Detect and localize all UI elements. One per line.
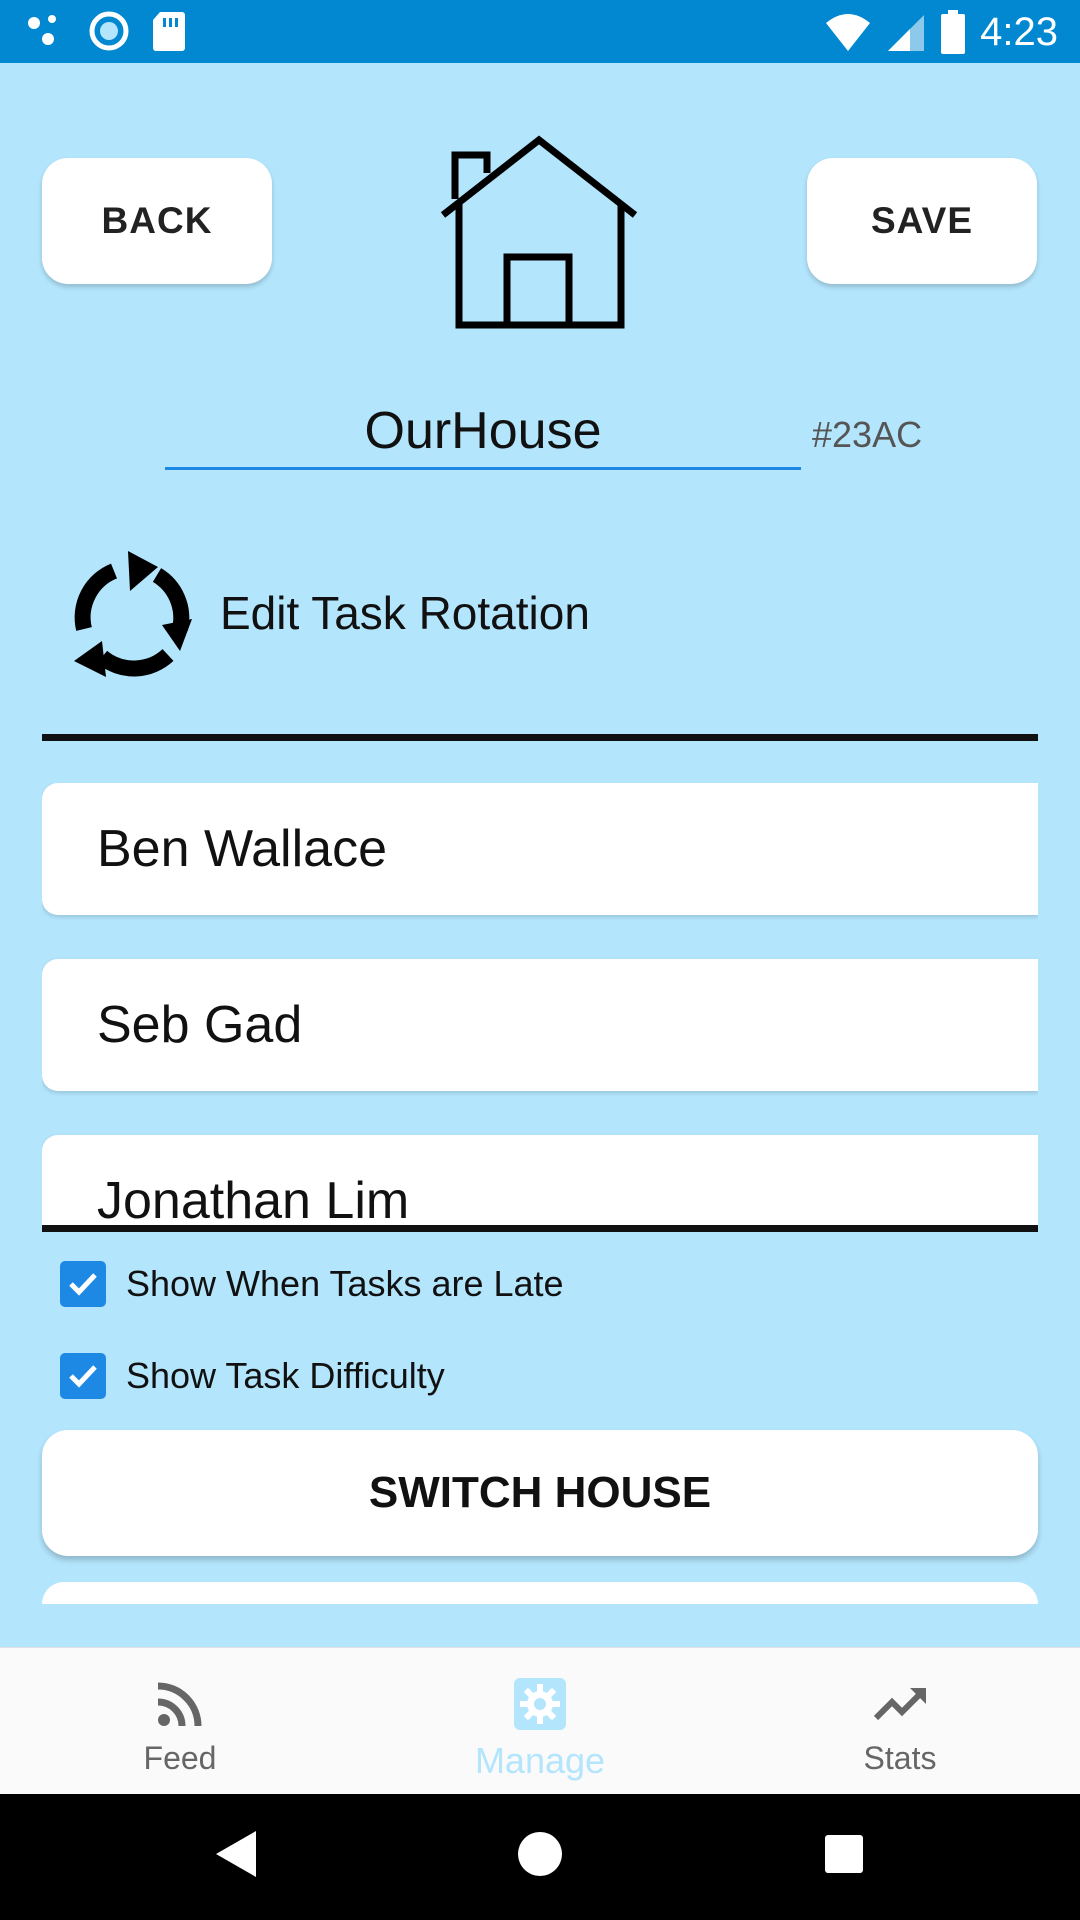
member-row[interactable]: Ben Wallace <box>42 783 1038 915</box>
status-notifications <box>26 10 186 52</box>
save-button[interactable]: SAVE <box>807 158 1037 284</box>
show-late-option[interactable]: Show When Tasks are Late <box>60 1261 564 1307</box>
nav-feed-label: Feed <box>143 1740 217 1776</box>
edit-task-rotation-button[interactable]: Edit Task Rotation <box>62 540 762 685</box>
status-clock: 4:23 <box>980 10 1058 54</box>
checkmark-icon <box>69 1365 97 1388</box>
trending-up-icon <box>873 1688 926 1721</box>
partially-hidden-button[interactable] <box>42 1582 1038 1604</box>
show-difficulty-checkbox[interactable] <box>60 1353 106 1399</box>
rss-feed-icon <box>157 1682 202 1727</box>
house-code: #23AC <box>812 414 923 455</box>
back-button[interactable]: BACK <box>42 158 272 284</box>
nav-manage[interactable]: Manage <box>360 1648 720 1795</box>
nav-stats[interactable]: Stats <box>720 1648 1080 1795</box>
show-difficulty-label: Show Task Difficulty <box>126 1355 445 1396</box>
app-dots-icon <box>28 15 56 45</box>
member-row[interactable]: Seb Gad <box>42 959 1038 1091</box>
screen: 4:23 BACK SAVE #23AC Edit Task Rotation <box>0 0 1080 1920</box>
gear-icon <box>514 1678 566 1730</box>
rotation-cycle-icon <box>74 550 192 677</box>
system-navigation-bar <box>0 1794 1080 1920</box>
show-late-checkbox[interactable] <box>60 1261 106 1307</box>
divider-bottom <box>42 1225 1038 1232</box>
house-icon <box>440 135 638 329</box>
house-name-input[interactable] <box>165 395 801 470</box>
nav-stats-label: Stats <box>863 1740 937 1776</box>
checkmark-icon <box>69 1273 97 1296</box>
status-system: 4:23 <box>824 6 1058 58</box>
show-difficulty-option[interactable]: Show Task Difficulty <box>60 1353 445 1399</box>
battery-icon <box>941 10 966 54</box>
wifi-icon <box>826 14 871 51</box>
divider-top <box>42 734 1038 741</box>
status-bar: 4:23 <box>0 0 1080 63</box>
recents-square-icon[interactable] <box>823 1829 865 1879</box>
switch-house-button[interactable]: SWITCH HOUSE <box>42 1430 1038 1556</box>
edit-task-rotation-label: Edit Task Rotation <box>220 586 590 639</box>
bottom-navigation: Feed Manage Stats <box>0 1647 1080 1795</box>
show-late-label: Show When Tasks are Late <box>126 1263 564 1304</box>
nav-feed[interactable]: Feed <box>0 1648 360 1795</box>
home-circle-icon[interactable] <box>517 1829 563 1879</box>
back-triangle-icon[interactable] <box>214 1829 258 1879</box>
radio-record-icon <box>89 11 129 51</box>
member-row[interactable]: Jonathan Lim <box>42 1135 1038 1225</box>
cell-signal-icon <box>888 15 925 51</box>
nav-manage-label: Manage <box>474 1740 606 1781</box>
sd-card-icon <box>153 12 185 51</box>
members-list[interactable]: Ben Wallace Seb Gad Jonathan Lim <box>42 783 1038 1225</box>
